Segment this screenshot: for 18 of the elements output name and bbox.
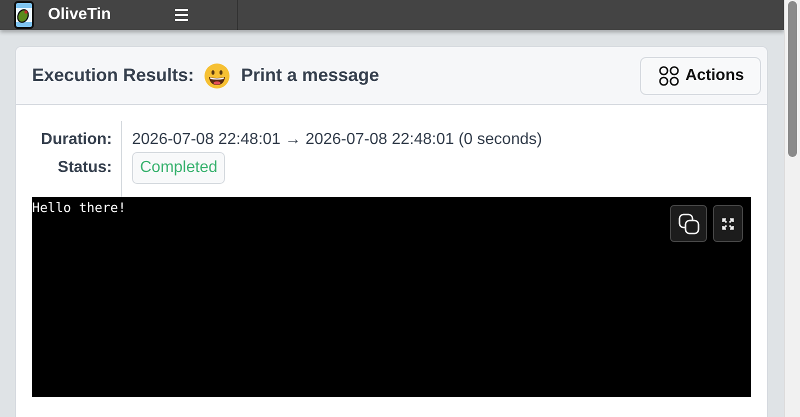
action-title: Print a message (241, 65, 380, 86)
field-value: 2026-07-08 22:48:01 → 2026-07-08 22:48:01 (0 seconds) (132, 131, 542, 148)
card-title: Execution Results: (32, 65, 194, 86)
copy-button[interactable] (670, 205, 707, 242)
menu-icon[interactable] (175, 9, 188, 21)
fullscreen-button[interactable] (713, 205, 743, 242)
status-badge: Completed (132, 152, 226, 184)
app-title: OliveTin (48, 6, 111, 24)
copy-icon (678, 212, 700, 234)
olive-tin-icon (13, 0, 35, 30)
expand-icon (722, 218, 734, 230)
scrollbar-thumb[interactable] (788, 1, 797, 157)
field-label: Duration: (32, 121, 122, 149)
scrollbar[interactable] (784, 0, 800, 417)
grid-icon (659, 66, 680, 86)
output-text: Hello there! (32, 200, 127, 216)
grinning-face-icon (204, 62, 230, 88)
actions-button[interactable]: Actions (640, 56, 761, 94)
